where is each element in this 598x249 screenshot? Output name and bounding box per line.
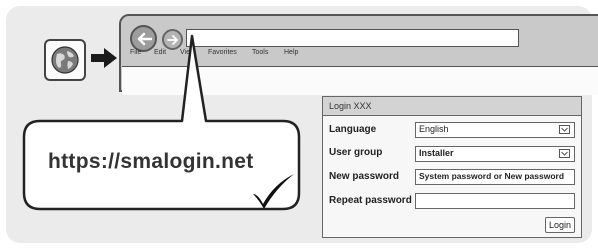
checkmark-icon [253,174,294,209]
callout-url: https://smalogin.net [48,150,254,173]
url-callout [22,34,301,211]
